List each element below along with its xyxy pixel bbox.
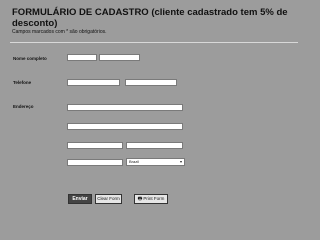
- form-title: FORMULÁRIO DE CADASTRO (cliente cadastra…: [12, 7, 288, 29]
- print-form-label: Print Form: [143, 196, 165, 201]
- printer-icon: 🖶: [137, 196, 143, 202]
- phone-alt-input[interactable]: [125, 79, 177, 86]
- country-select-value: Brazil: [129, 159, 140, 164]
- address-line1-input[interactable]: [67, 104, 183, 111]
- last-name-input[interactable]: [99, 54, 140, 61]
- country-select[interactable]: Brazil ▾: [126, 158, 185, 166]
- phone-input[interactable]: [67, 79, 120, 86]
- clear-form-button[interactable]: Clear Form: [95, 194, 122, 204]
- label-address: Endereço: [13, 104, 34, 109]
- label-phone: Telefone: [13, 80, 32, 85]
- print-form-button[interactable]: 🖶Print Form: [134, 194, 168, 204]
- zip-input[interactable]: [67, 159, 123, 166]
- required-note: Campos marcados com * são obrigatórios.: [12, 29, 107, 35]
- label-name: Nome completo: [13, 56, 47, 61]
- chevron-down-icon: ▾: [179, 159, 182, 164]
- city-input[interactable]: [67, 142, 123, 149]
- divider: [10, 42, 298, 43]
- state-input[interactable]: [126, 142, 183, 149]
- address-line2-input[interactable]: [67, 123, 183, 130]
- send-button[interactable]: Enviar: [68, 194, 92, 204]
- first-name-input[interactable]: [67, 54, 97, 61]
